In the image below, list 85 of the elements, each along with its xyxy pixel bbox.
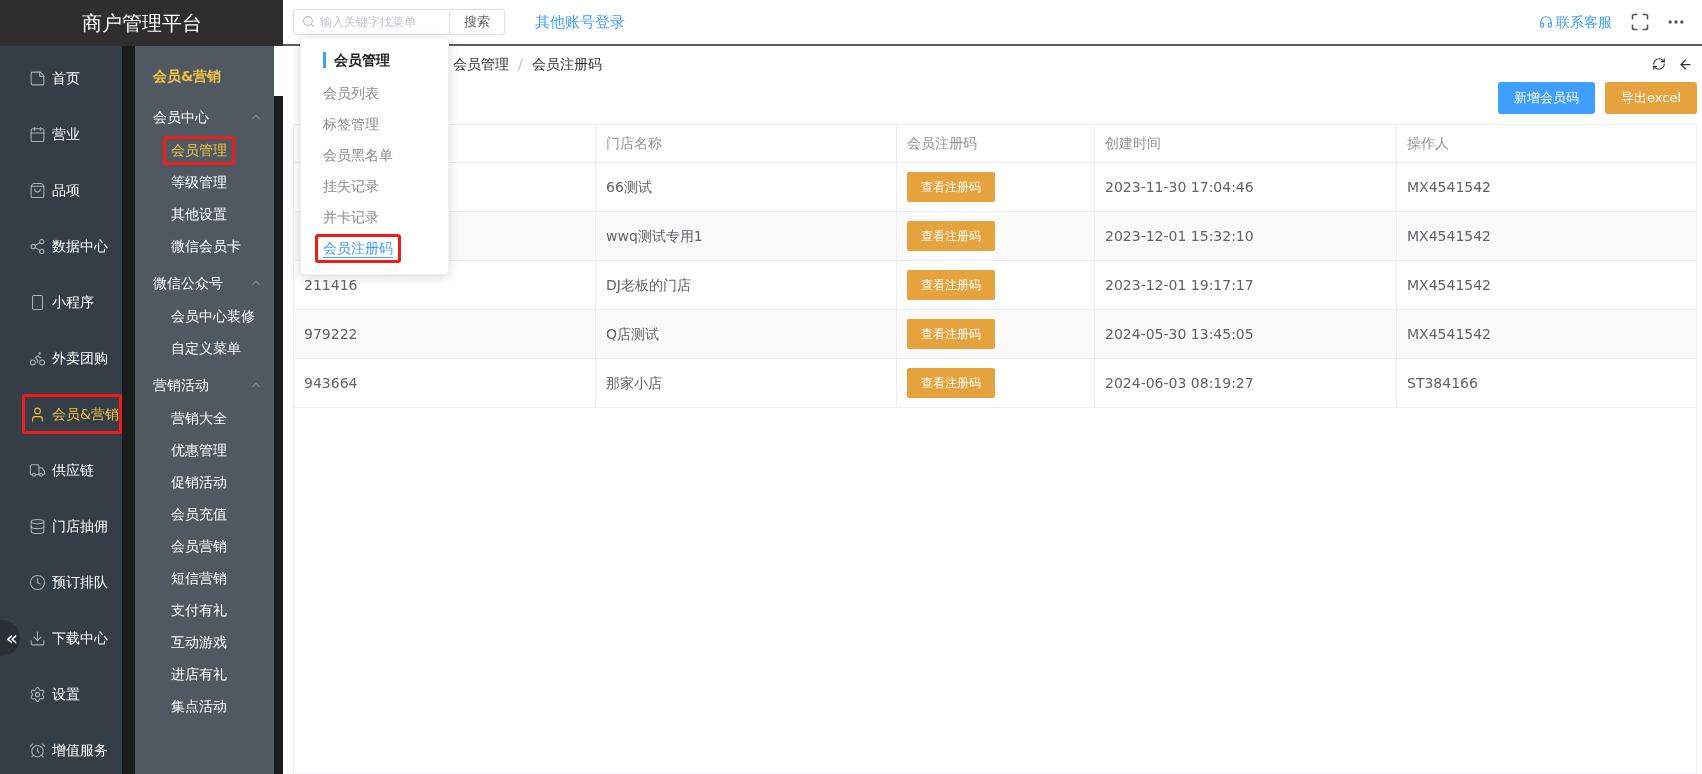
table-cell-text: Q店测试: [606, 324, 660, 344]
search-field[interactable]: 输入关键字找菜单: [293, 9, 450, 35]
popup-item[interactable]: 标签管理: [315, 110, 387, 139]
submenu-item[interactable]: 进店有礼: [163, 659, 235, 689]
table-cell-text: 979222: [304, 324, 358, 344]
phone-icon: [29, 293, 46, 311]
nav-item[interactable]: 数据中心: [22, 226, 122, 266]
back-icon[interactable]: [1678, 56, 1693, 72]
table-cell-text: MX4541542: [1407, 324, 1492, 344]
submenu-item[interactable]: 支付有礼: [163, 595, 235, 625]
breadcrumb-item[interactable]: 会员注册码: [531, 53, 602, 75]
table-cell-text: 2023-11-30 17:04:46: [1105, 177, 1254, 197]
submenu-item[interactable]: 互动游戏: [163, 627, 235, 657]
bike-icon: [29, 349, 46, 367]
calendar-icon: [29, 125, 46, 143]
table-cell-text: 2024-06-03 08:19:27: [1105, 373, 1254, 393]
submenu-group[interactable]: 会员中心: [153, 100, 263, 134]
table-cell-text: 211416: [304, 275, 358, 295]
submenu-item[interactable]: 营销大全: [163, 403, 235, 433]
clock-icon: [29, 573, 46, 591]
nav-item[interactable]: 外卖团购: [22, 338, 122, 378]
bag-icon: [29, 181, 46, 199]
column-header: 操作人: [1407, 134, 1449, 153]
popup-item[interactable]: 挂失记录: [315, 172, 387, 201]
share-icon: [29, 237, 46, 255]
download-icon: [29, 629, 46, 647]
nav-item[interactable]: 营业: [22, 114, 122, 154]
nav-item[interactable]: 首页: [22, 58, 122, 98]
nav-item[interactable]: 供应链: [22, 450, 122, 490]
alarm-clock-icon: [29, 741, 46, 759]
submenu-group[interactable]: 微信公众号: [153, 266, 263, 300]
table-cell-text: ST384166: [1407, 373, 1478, 393]
nav-item[interactable]: 小程序: [22, 282, 122, 322]
column-header: 门店名称: [606, 134, 662, 153]
table-cell-text: MX4541542: [1407, 275, 1492, 295]
submenu-item[interactable]: 集点活动: [163, 691, 235, 721]
column-header: 会员注册码: [907, 134, 977, 153]
popup-item[interactable]: 会员列表: [315, 79, 387, 108]
note-icon: [29, 69, 46, 87]
search-button[interactable]: 搜索: [450, 9, 505, 35]
headset-icon: [1539, 15, 1553, 29]
breadcrumb-item[interactable]: 会员管理: [453, 53, 509, 75]
popup-title: 会员管理: [323, 52, 448, 68]
fullscreen-icon[interactable]: [1630, 12, 1650, 32]
table-cell-text: 943664: [304, 373, 358, 393]
user-icon: [29, 405, 46, 423]
submenu-title: 会员&营销: [153, 66, 223, 86]
popup-item[interactable]: 会员黑名单: [315, 141, 401, 170]
database-icon: [29, 517, 46, 535]
submenu-item[interactable]: 会员中心装修: [163, 301, 263, 331]
table-cell-text: 66测试: [606, 177, 652, 197]
search-icon: [302, 15, 315, 28]
submenu-item[interactable]: 短信营销: [163, 563, 235, 593]
table-cell-text: 2024-05-30 13:45:05: [1105, 324, 1254, 344]
table-cell-text: DJ老板的门店: [606, 275, 691, 295]
breadcrumb-separator: /: [518, 54, 523, 74]
submenu-item[interactable]: 等级管理: [163, 167, 235, 197]
submenu-item[interactable]: 会员管理: [163, 135, 235, 165]
submenu-item[interactable]: 会员充值: [163, 499, 235, 529]
table-cell-text: MX4541542: [1407, 177, 1492, 197]
column-header: 创建时间: [1105, 134, 1161, 153]
refresh-icon[interactable]: [1652, 57, 1666, 71]
submenu-item[interactable]: 其他设置: [163, 199, 235, 229]
table-cell-text: 2023-12-01 15:32:10: [1105, 226, 1254, 246]
table-cell-text: MX4541542: [1407, 226, 1492, 246]
submenu-item[interactable]: 促销活动: [163, 467, 235, 497]
submenu-item[interactable]: 优惠管理: [163, 435, 235, 465]
nav-item[interactable]: 预订排队: [22, 562, 122, 602]
nav-item[interactable]: 增值服务: [22, 730, 122, 770]
submenu-item[interactable]: 会员营销: [163, 531, 235, 561]
submenu-item[interactable]: 自定义菜单: [163, 333, 249, 363]
nav-item[interactable]: 品项: [22, 170, 122, 210]
nav-item[interactable]: 会员&营销: [22, 394, 122, 434]
settings-icon: [29, 685, 46, 703]
table-cell-text: 那家小店: [606, 373, 662, 393]
popup-item[interactable]: 并卡记录: [315, 203, 387, 232]
table-cell-text: wwq测试专用1: [606, 226, 703, 246]
truck-icon: [29, 461, 46, 479]
app-title: 商户管理平台: [0, 0, 283, 46]
nav-item[interactable]: 门店抽佣: [22, 506, 122, 546]
nav-item[interactable]: 设置: [22, 674, 122, 714]
submenu-item[interactable]: 微信会员卡: [163, 231, 249, 261]
submenu-group[interactable]: 营销活动: [153, 368, 263, 402]
nav-item[interactable]: 下载中心: [22, 618, 122, 658]
table-cell-text: 2023-12-01 19:17:17: [1105, 275, 1254, 295]
